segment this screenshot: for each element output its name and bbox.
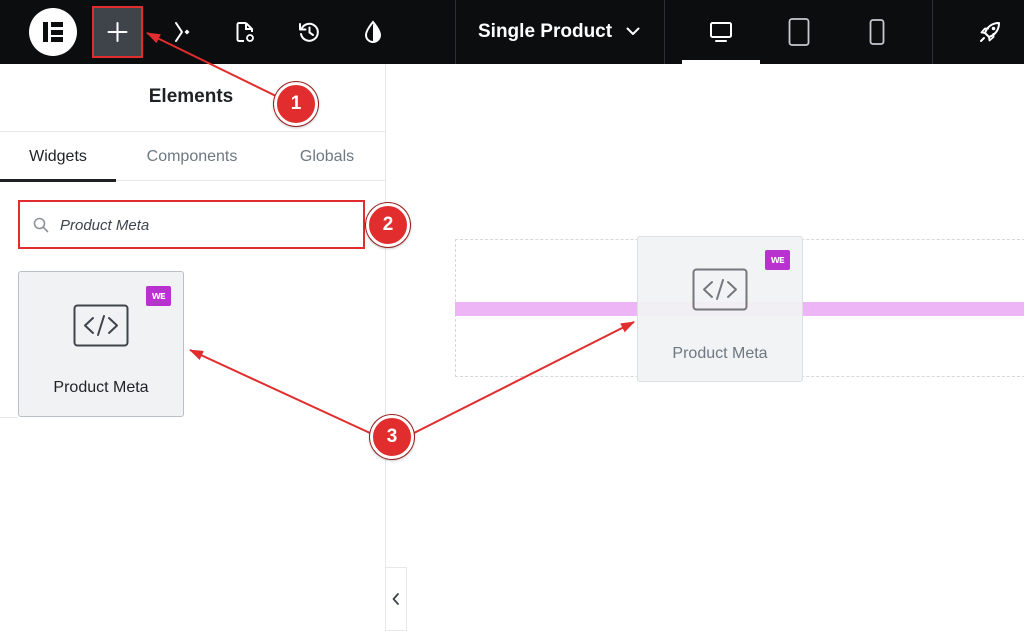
step-2-marker: 2 <box>366 203 410 247</box>
rocket-icon <box>980 22 1000 42</box>
panel-title: Elements <box>148 86 234 107</box>
collapse-panel-button[interactable] <box>385 567 407 631</box>
step-1-marker: 1 <box>274 82 318 126</box>
publish-button[interactable] <box>972 14 1008 50</box>
site-settings-button[interactable] <box>355 14 391 50</box>
add-element-button[interactable] <box>92 6 143 58</box>
elements-panel: Elements Widgets Components Globals ᴡᴇ P… <box>0 64 386 631</box>
drop-icon <box>364 20 382 43</box>
ai-button[interactable] <box>164 14 200 50</box>
tab-label: Widgets <box>29 147 87 165</box>
plus-icon <box>107 22 128 42</box>
widget-label: Product Meta <box>53 379 149 396</box>
pro-badge: ᴡᴇ <box>146 286 171 306</box>
elementor-logo-icon[interactable] <box>29 8 77 56</box>
toolbar-divider <box>664 0 665 64</box>
template-name: Single Product <box>478 21 613 42</box>
search-input[interactable] <box>60 212 350 238</box>
chevron-down-icon <box>626 27 640 35</box>
tab-components[interactable]: Components <box>128 132 256 181</box>
code-icon <box>692 268 748 311</box>
page-settings-button[interactable] <box>227 14 263 50</box>
panel-divider <box>0 417 18 418</box>
tablet-icon <box>788 18 810 46</box>
widget-label: Product Meta <box>672 345 768 362</box>
mobile-icon <box>869 19 885 45</box>
product-meta-widget[interactable]: ᴡᴇ Product Meta <box>18 271 184 417</box>
desktop-icon <box>710 22 732 42</box>
history-icon <box>299 22 319 42</box>
dragging-widget[interactable]: ᴡᴇ Product Meta <box>637 236 803 382</box>
mobile-view-button[interactable] <box>838 0 916 64</box>
tab-label: Components <box>146 147 238 165</box>
tab-label: Globals <box>299 147 355 165</box>
tablet-view-button[interactable] <box>760 0 838 64</box>
page-settings-icon <box>236 22 254 42</box>
sparkle-icon <box>175 22 190 42</box>
panel-tabs: Widgets Components Globals <box>0 131 386 182</box>
step-3-marker: 3 <box>370 415 414 459</box>
history-button[interactable] <box>291 14 327 50</box>
pro-badge: ᴡᴇ <box>765 250 790 270</box>
desktop-view-button[interactable] <box>682 0 760 64</box>
top-bar: Single Product <box>0 0 1024 64</box>
tab-globals[interactable]: Globals <box>270 132 384 181</box>
chevron-left-icon <box>392 593 399 605</box>
widget-search <box>18 200 365 249</box>
code-icon <box>73 304 129 347</box>
tab-widgets[interactable]: Widgets <box>0 132 116 182</box>
toolbar-divider <box>932 0 933 64</box>
search-icon <box>33 217 49 233</box>
template-selector[interactable]: Single Product <box>456 0 664 64</box>
